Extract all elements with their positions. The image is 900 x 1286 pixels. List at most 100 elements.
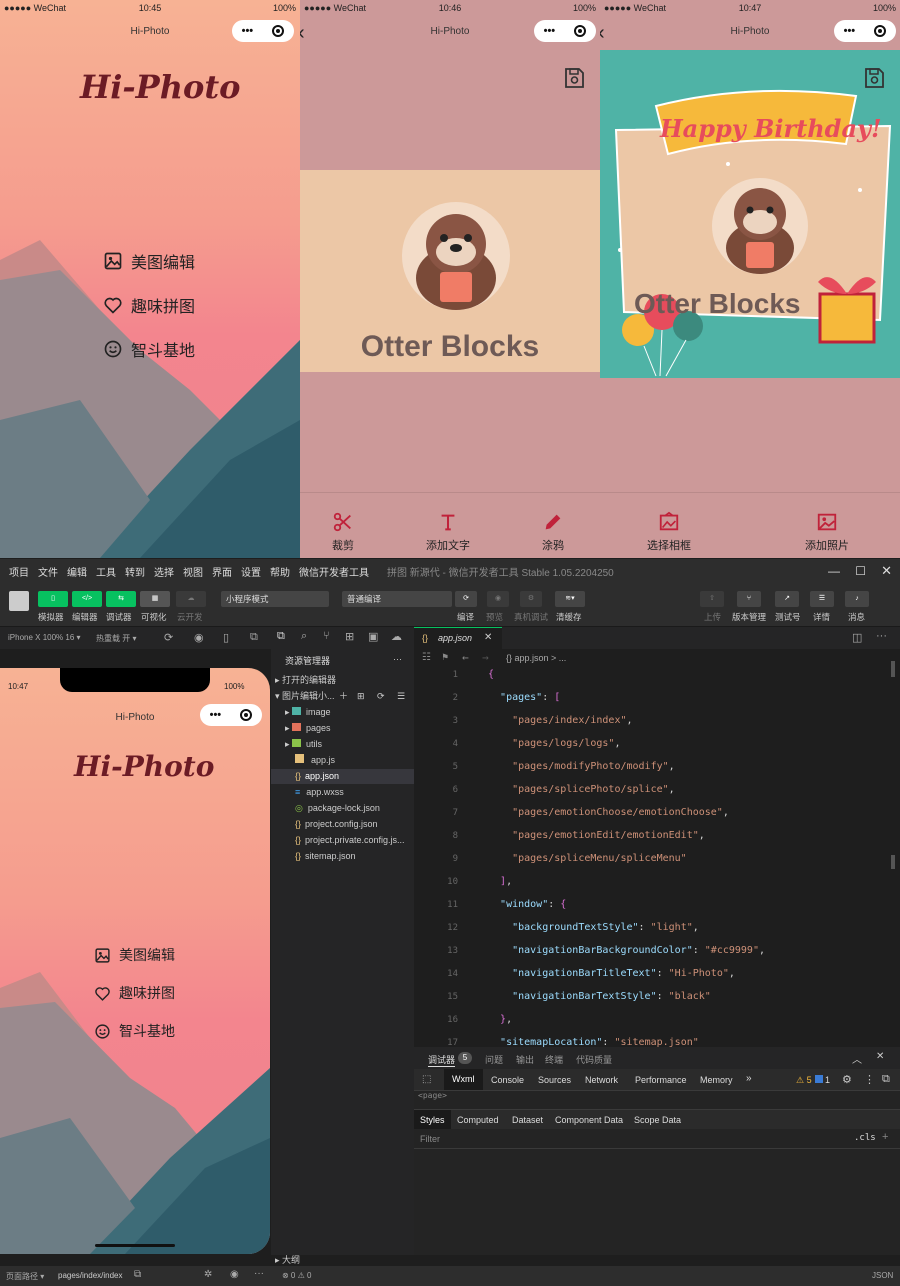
details-icon[interactable]: ☰ bbox=[810, 591, 834, 607]
save-icon[interactable] bbox=[562, 66, 586, 90]
close-miniprogram-icon[interactable] bbox=[874, 25, 887, 37]
tree-item-project-config[interactable]: {} project.config.json bbox=[271, 817, 414, 832]
tab-problems[interactable]: 问题 bbox=[485, 1053, 503, 1066]
git-icon[interactable]: ⑂ bbox=[323, 630, 330, 642]
warning-count[interactable]: ⚠ 5 bbox=[796, 1075, 812, 1086]
list-icon[interactable]: ☷ bbox=[422, 652, 431, 663]
tree-item-app-wxss[interactable]: ≡ app.wxss bbox=[271, 785, 414, 800]
menu-goto[interactable]: 转到 bbox=[125, 564, 145, 579]
code-line[interactable]: "pages/emotionChoose/emotionChoose", bbox=[488, 807, 729, 818]
search-icon[interactable]: ⌕ bbox=[301, 630, 307, 643]
maximize-icon[interactable]: ☐ bbox=[855, 564, 866, 578]
simulator-toggle[interactable]: ▯ bbox=[38, 591, 68, 607]
tree-item-sitemap[interactable]: {} sitemap.json bbox=[271, 849, 414, 864]
wxml-tree[interactable]: <page> bbox=[418, 1091, 447, 1100]
new-folder-icon[interactable]: ⊞ bbox=[357, 689, 365, 704]
page-path-label[interactable]: 页面路径 ▾ bbox=[6, 1271, 44, 1282]
menu-item-photo-edit[interactable]: 美图编辑 bbox=[94, 945, 175, 965]
tab-debugger[interactable]: 调试器 bbox=[428, 1053, 456, 1067]
scrollbar-thumb[interactable] bbox=[891, 661, 895, 677]
menu-item-puzzle[interactable]: 趣味拼图 bbox=[103, 293, 195, 317]
clear-cache-label[interactable]: 清缓存 bbox=[556, 611, 582, 623]
simulator-screen[interactable]: 10:47 100% Hi-Photo ••• Hi-Photo 美图编辑 趣味… bbox=[0, 668, 270, 1254]
code-line[interactable]: "pages/spliceMenu/spliceMenu" bbox=[488, 853, 687, 864]
doodle-button[interactable]: 涂鸦 bbox=[542, 511, 564, 553]
menu-interface[interactable]: 界面 bbox=[212, 564, 232, 579]
menu-item-game-base[interactable]: 智斗基地 bbox=[103, 337, 195, 361]
real-device-label[interactable]: 真机调试 bbox=[514, 611, 548, 623]
code-line[interactable]: "navigationBarTitleText": "Hi-Photo", bbox=[488, 968, 735, 979]
code-line[interactable]: "navigationBarBackgroundColor": "#cc9999… bbox=[488, 945, 765, 956]
hot-reload-toggle[interactable]: 热重载 开 ▾ bbox=[96, 633, 136, 644]
tab-styles[interactable]: Styles bbox=[414, 1110, 451, 1130]
menu-file[interactable]: 文件 bbox=[38, 564, 58, 579]
capsule-menu[interactable]: ••• bbox=[200, 704, 262, 726]
tab-computed[interactable]: Computed bbox=[457, 1115, 499, 1125]
files-icon[interactable]: ⧉ bbox=[277, 630, 285, 643]
tab-output[interactable]: 输出 bbox=[516, 1053, 534, 1066]
minimize-icon[interactable]: — bbox=[828, 564, 840, 578]
eye-icon[interactable]: ◉ bbox=[230, 1269, 239, 1280]
code-line[interactable]: { bbox=[488, 669, 494, 680]
more-icon[interactable]: ••• bbox=[210, 709, 222, 721]
capsule-menu[interactable]: ••• bbox=[232, 20, 294, 42]
refresh-icon[interactable]: ⟳ bbox=[164, 631, 173, 644]
debug-icon[interactable]: ▣ bbox=[368, 630, 378, 643]
add-text-button[interactable]: 添加文字 bbox=[426, 511, 470, 553]
upload-icon[interactable]: ⇧ bbox=[700, 591, 724, 607]
panel-wxml[interactable]: Wxml bbox=[444, 1069, 483, 1090]
menu-devtools[interactable]: 微信开发者工具 bbox=[299, 564, 369, 579]
status-more-icon[interactable]: ··· bbox=[254, 1268, 264, 1279]
refresh-icon[interactable]: ⟳ bbox=[377, 689, 385, 704]
docker-icon[interactable]: ☁ bbox=[391, 630, 402, 643]
code-line[interactable]: "window": { bbox=[488, 899, 566, 910]
breadcrumb[interactable]: {} app.json > ... bbox=[506, 653, 566, 663]
code-line[interactable]: "navigationBarTextStyle": "black" bbox=[488, 991, 711, 1002]
menu-help[interactable]: 帮助 bbox=[270, 564, 290, 579]
version-icon[interactable]: ⑂ bbox=[737, 591, 761, 607]
panel-network[interactable]: Network bbox=[585, 1075, 618, 1085]
code-line[interactable]: "pages/emotionEdit/emotionEdit", bbox=[488, 830, 705, 841]
version-label[interactable]: 版本管理 bbox=[732, 611, 766, 623]
detach-icon[interactable]: ⧉ bbox=[250, 631, 258, 644]
tab-close-icon[interactable]: ✕ bbox=[484, 632, 492, 643]
compile-icon[interactable]: ⟳ bbox=[455, 591, 477, 607]
problems-count[interactable]: ⊗ 0 ⚠ 0 bbox=[282, 1271, 311, 1280]
menu-view[interactable]: 视图 bbox=[183, 564, 203, 579]
more-icon[interactable]: ••• bbox=[242, 25, 254, 37]
settings-gear-icon[interactable]: ⚙ bbox=[842, 1073, 852, 1086]
split-editor-icon[interactable]: ◫ bbox=[852, 631, 862, 644]
close-panel-icon[interactable]: ✕ bbox=[876, 1051, 884, 1062]
tree-item-pages[interactable]: ▸ pages bbox=[271, 721, 414, 736]
device-select[interactable]: iPhone X 100% 16 ▾ bbox=[8, 633, 81, 642]
panel-console[interactable]: Console bbox=[491, 1075, 524, 1085]
tab-code-quality[interactable]: 代码质量 bbox=[576, 1053, 612, 1066]
tree-item-utils[interactable]: ▸ utils bbox=[271, 737, 414, 752]
preview-label[interactable]: 预览 bbox=[486, 611, 503, 623]
inspect-icon[interactable]: ⬚ bbox=[422, 1074, 431, 1085]
capsule-menu[interactable]: ••• bbox=[834, 20, 896, 42]
framed-photo[interactable]: Happy Birthday! Otter Blocks bbox=[600, 50, 900, 378]
code-line[interactable]: "backgroundTextStyle": "light", bbox=[488, 922, 699, 933]
compile-select[interactable]: 普通编译 bbox=[342, 591, 452, 607]
code-editor[interactable]: ☷ ⚑ ← → {} app.json > ... 1 {2 "pages": [… bbox=[414, 649, 900, 1048]
tree-item-image[interactable]: ▸ image bbox=[271, 705, 414, 720]
close-miniprogram-icon[interactable] bbox=[272, 25, 285, 37]
tab-dataset[interactable]: Dataset bbox=[512, 1115, 543, 1125]
dock-icon[interactable]: ⧉ bbox=[882, 1073, 890, 1086]
mode-select[interactable]: 小程序模式 bbox=[221, 591, 329, 607]
code-line[interactable]: }, bbox=[488, 1014, 512, 1025]
real-device-icon[interactable]: ⚙ bbox=[520, 591, 542, 607]
more-icon[interactable]: ••• bbox=[544, 25, 556, 37]
cloud-toggle[interactable]: ☁ bbox=[176, 591, 206, 607]
info-count[interactable]: 1 bbox=[825, 1075, 830, 1085]
code-line[interactable]: "pages": [ bbox=[488, 692, 560, 703]
bookmark-icon[interactable]: ⚑ bbox=[442, 652, 448, 663]
details-label[interactable]: 详情 bbox=[813, 611, 830, 623]
code-line[interactable]: "pages/logs/logs", bbox=[488, 738, 620, 749]
editor-toggle[interactable]: </> bbox=[72, 591, 102, 607]
test-account-icon[interactable]: ↗ bbox=[775, 591, 799, 607]
compile-label[interactable]: 编译 bbox=[457, 611, 474, 623]
panel-sources[interactable]: Sources bbox=[538, 1075, 571, 1085]
menu-item-photo-edit[interactable]: 美图编辑 bbox=[103, 249, 195, 273]
